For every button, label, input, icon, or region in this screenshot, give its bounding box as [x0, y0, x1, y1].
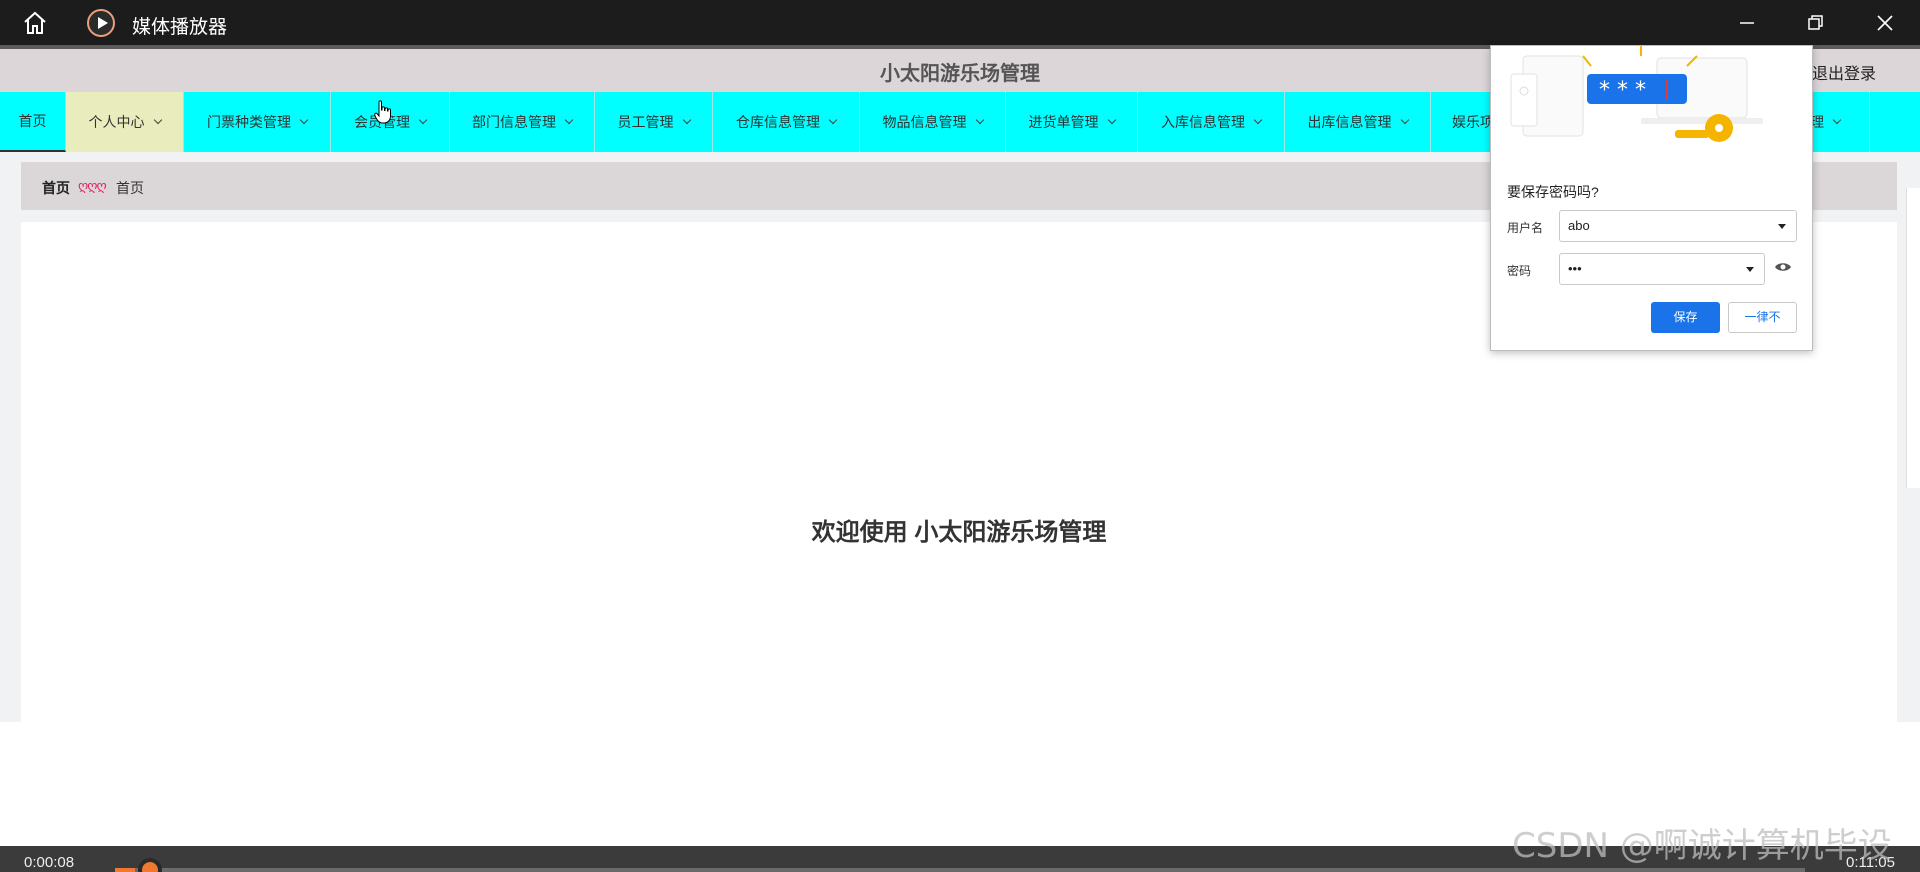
nav-item-label: 个人中心 — [88, 114, 145, 130]
chevron-down-icon — [153, 115, 162, 125]
password-value: ••• — [1568, 261, 1582, 276]
nav-item-label: 入库信息管理 — [1161, 114, 1245, 130]
chevron-down-icon — [564, 115, 574, 125]
window-title: 媒体播放器 — [132, 17, 228, 38]
chevron-down-icon — [418, 115, 428, 125]
restore-icon[interactable] — [1802, 10, 1828, 36]
nav-item-ticket-types[interactable]: 门票种类管理 — [184, 92, 331, 152]
save-password-question: 要保存密码吗? — [1507, 184, 1599, 200]
chevron-down-icon — [682, 115, 691, 125]
nav-item-label: 物品信息管理 — [882, 114, 967, 130]
chevron-down-icon — [828, 115, 838, 125]
nav-item-departments[interactable]: 部门信息管理 — [450, 92, 595, 152]
chevron-down-icon — [1400, 115, 1409, 125]
nav-item-label: 娱乐项 — [1452, 114, 1494, 130]
nav-item-employees[interactable]: 员工管理 — [595, 92, 713, 152]
csdn-watermark: CSDN @啊诚计算机毕设 — [1512, 826, 1892, 866]
breadcrumb-home[interactable]: 首页 — [42, 178, 70, 198]
nav-item-label: 出库信息管理 — [1307, 114, 1392, 130]
username-label: 用户名 — [1507, 221, 1544, 235]
chevron-down-icon — [1253, 115, 1263, 125]
save-password-dialog: * * * 要保存密码吗? 用户名 abo 密码 ••• 保存 一律不 — [1490, 45, 1813, 351]
media-player-app-icon — [87, 9, 115, 37]
nav-item-stock-in[interactable]: 入库信息管理 — [1138, 92, 1285, 152]
welcome-message: 欢迎使用 小太阳游乐场管理 — [811, 519, 1107, 546]
never-save-button[interactable]: 一律不 — [1728, 302, 1797, 333]
seek-track[interactable] — [115, 868, 1805, 872]
current-time: 0:00:08 — [24, 854, 75, 871]
side-panel-edge — [1906, 188, 1920, 488]
password-label: 密码 — [1507, 264, 1532, 278]
nav-item-goods[interactable]: 物品信息管理 — [860, 92, 1006, 152]
breadcrumb-current: 首页 — [116, 180, 144, 196]
nav-item-warehouses[interactable]: 仓库信息管理 — [713, 92, 860, 152]
seek-handle[interactable] — [138, 858, 162, 872]
seek-progress — [115, 868, 135, 872]
nav-item-label: 部门信息管理 — [472, 114, 556, 130]
nav-item-label: 员工管理 — [617, 114, 674, 130]
password-select[interactable]: ••• — [1559, 253, 1765, 285]
home-icon[interactable] — [22, 10, 48, 36]
show-password-eye-icon[interactable] — [1774, 261, 1792, 273]
nav-item-home[interactable]: 首页 — [0, 92, 66, 152]
close-icon[interactable] — [1872, 10, 1898, 36]
nav-item-label: 首页 — [18, 113, 47, 129]
chevron-down-icon — [299, 115, 309, 125]
nav-item-purchase-orders[interactable]: 进货单管理 — [1006, 92, 1138, 152]
nav-item-stock-out[interactable]: 出库信息管理 — [1285, 92, 1431, 152]
password-illustration: * * * — [1510, 46, 1763, 142]
minimize-icon[interactable] — [1734, 10, 1760, 36]
hand-cursor-icon — [374, 100, 391, 124]
chevron-down-icon — [1832, 115, 1842, 125]
chevron-down-icon — [975, 115, 984, 125]
nav-item-label: 进货单管理 — [1028, 114, 1099, 130]
save-password-button[interactable]: 保存 — [1651, 302, 1720, 333]
dropdown-caret-icon — [1746, 267, 1754, 272]
nav-item-personal-center[interactable]: 个人中心 — [66, 92, 184, 152]
window-titlebar: 媒体播放器 — [0, 0, 1920, 45]
username-select[interactable]: abo — [1559, 210, 1797, 242]
breadcrumb-separator: ღღღ — [78, 178, 107, 193]
nav-item-label: 门票种类管理 — [207, 114, 291, 130]
username-value: abo — [1568, 218, 1590, 233]
nav-item-label: 仓库信息管理 — [736, 114, 820, 130]
chevron-down-icon — [1107, 115, 1116, 125]
masked-password-glyphs: * * * — [1599, 78, 1646, 103]
logout-link[interactable]: 退出登录 — [1812, 60, 1876, 84]
dropdown-caret-icon — [1778, 224, 1786, 229]
